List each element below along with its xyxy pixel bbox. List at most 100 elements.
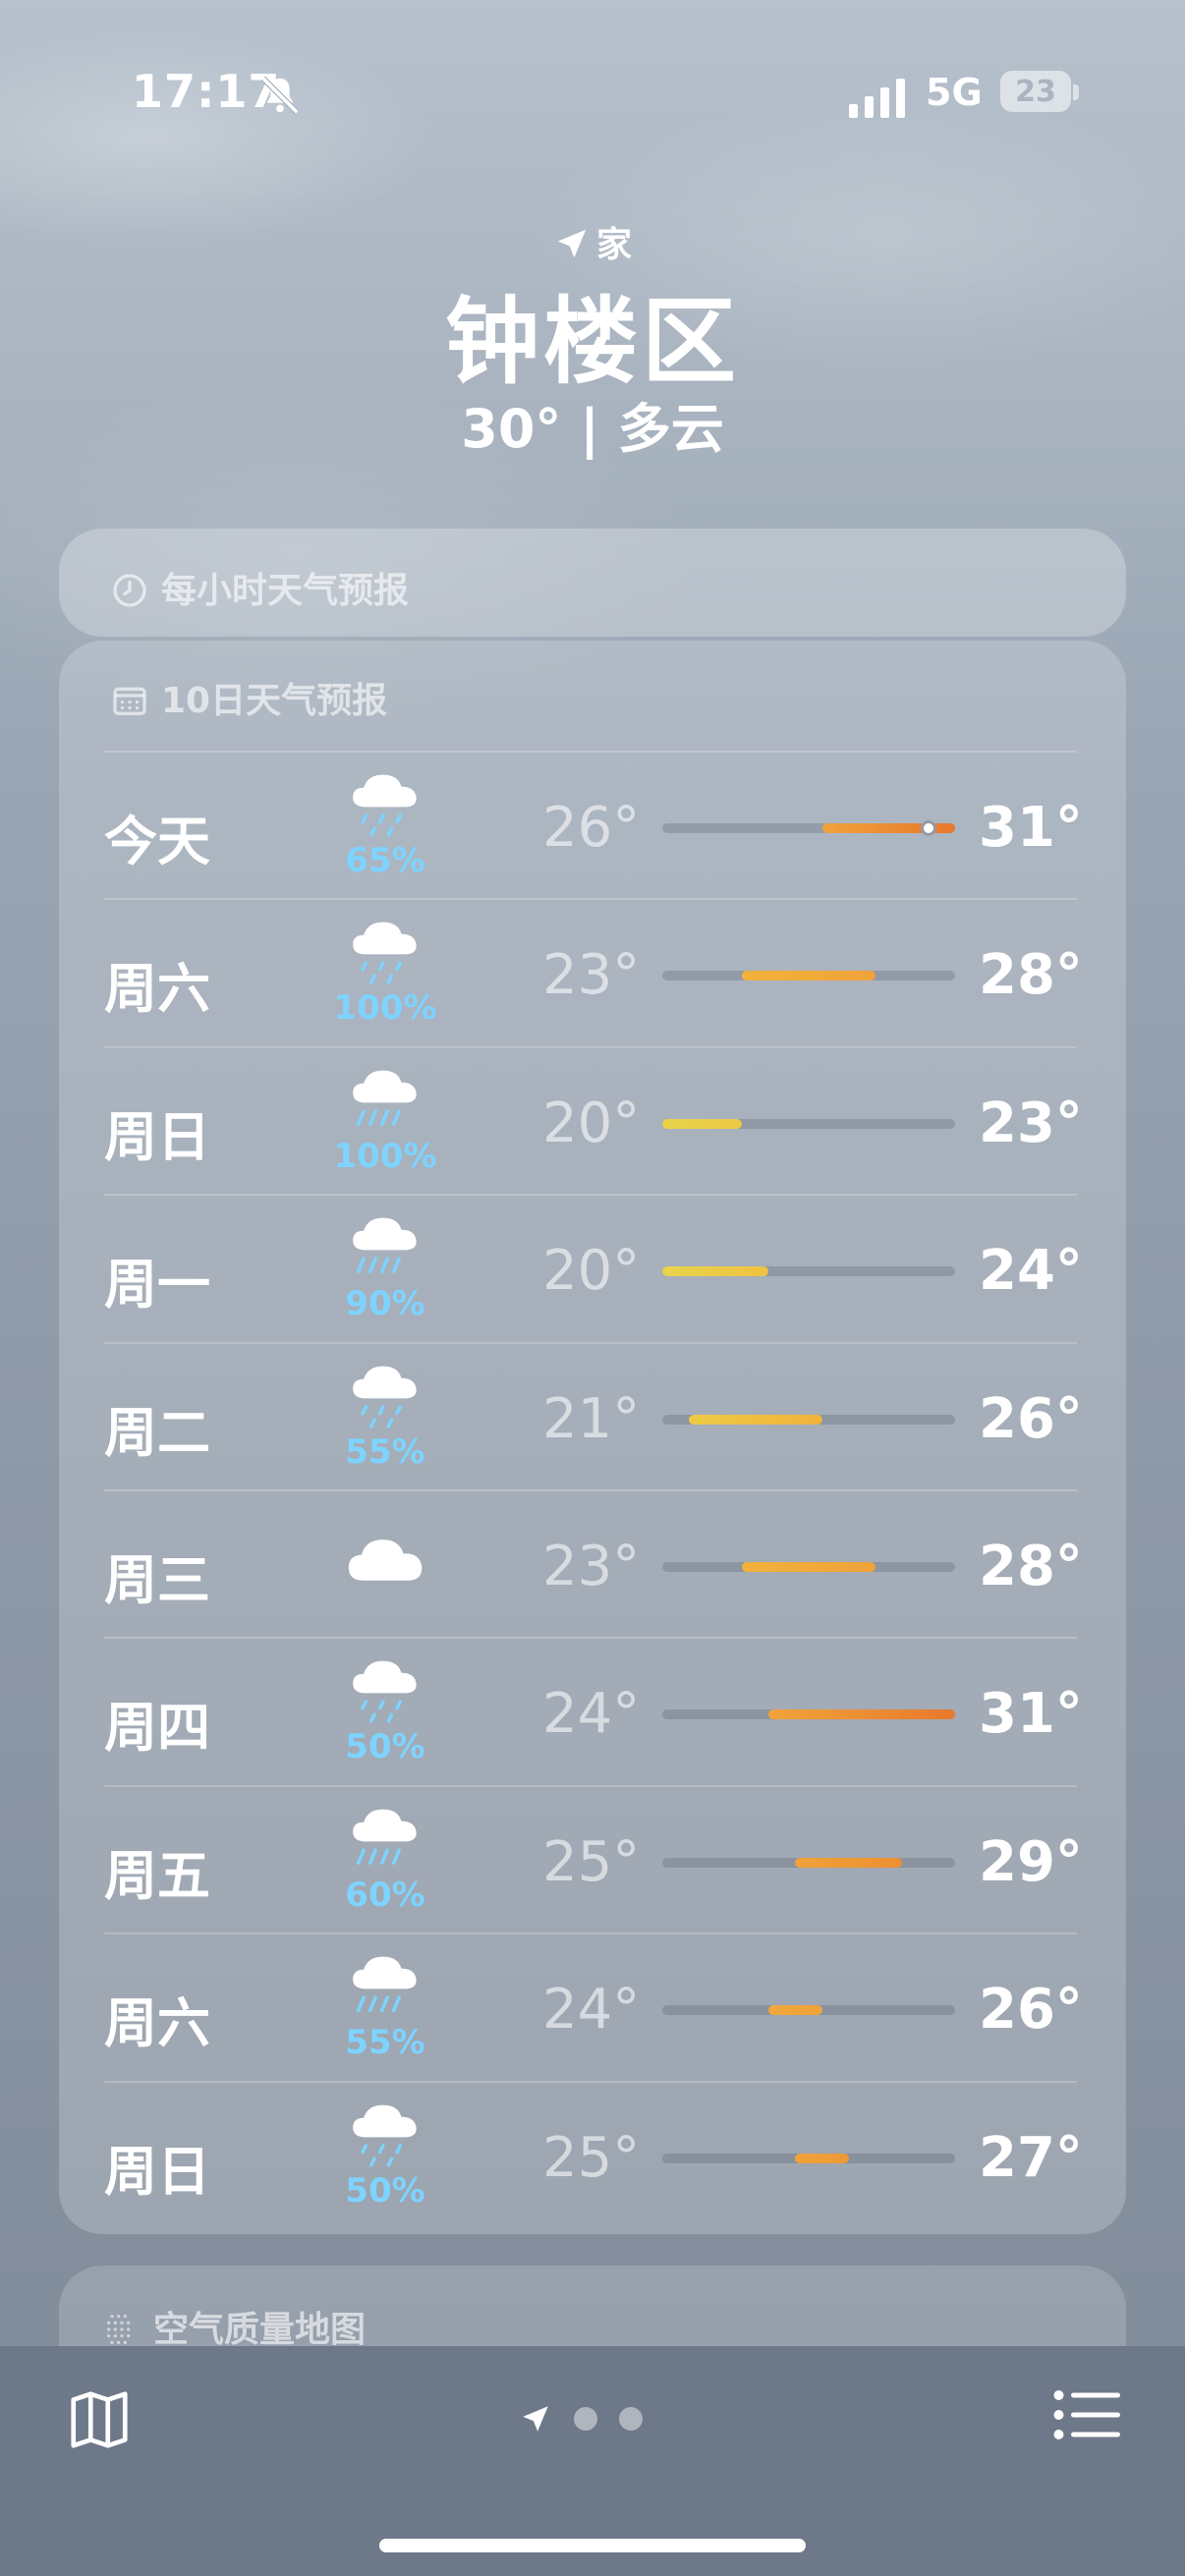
temperature-range-bar (662, 971, 955, 981)
forecast-row[interactable]: 周日 50% 25° 27° (104, 2080, 1083, 2230)
forecast-row[interactable]: 周六 55% 24° 26° (104, 1932, 1083, 2082)
page-dot[interactable] (574, 2407, 597, 2431)
home-indicator[interactable] (379, 2539, 806, 2552)
temperature-range-fill (689, 1414, 822, 1425)
low-temp: 25° (542, 2125, 641, 2190)
cloud-rain-icon (353, 1366, 417, 1428)
page-dot[interactable] (619, 2407, 643, 2431)
forecast-day: 周日 (104, 1105, 210, 1168)
low-temp: 26° (542, 796, 641, 860)
ten-day-forecast-title: 10日天气预报 (161, 681, 388, 721)
temperature-range-bar (662, 1709, 955, 1720)
battery-tip (1073, 84, 1079, 100)
precipitation-chance: 50% (345, 1727, 425, 1767)
temperature-range-fill (768, 2005, 822, 2016)
cloud-rain-icon (353, 774, 417, 837)
high-temp: 26° (979, 1386, 1083, 1451)
high-temp: 31° (979, 796, 1083, 860)
temperature-range-fill (742, 971, 875, 981)
battery-level: 23 (1015, 74, 1056, 109)
forecast-row[interactable]: 周五 60% 25° 29° (104, 1784, 1083, 1934)
high-temp: 24° (979, 1239, 1083, 1304)
forecast-day: 周三 (104, 1549, 210, 1611)
temperature-range-fill (662, 1118, 743, 1129)
temperature-range-bar (662, 1562, 955, 1572)
low-temp: 21° (542, 1386, 641, 1451)
precipitation-chance: 100% (333, 988, 437, 1029)
high-temp: 26° (979, 1978, 1083, 2043)
page-indicator[interactable] (519, 2399, 643, 2438)
forecast-row[interactable]: 周四 50% 24° 31° (104, 1637, 1083, 1786)
cloud-icon (348, 1540, 423, 1581)
temperature-range-fill (795, 1857, 902, 1868)
cloud-heavy-rain-icon (353, 1217, 417, 1274)
precipitation-chance: 90% (345, 1284, 425, 1324)
temperature-range-fill (768, 1709, 955, 1720)
forecast-day: 周五 (104, 1844, 210, 1907)
cloud-heavy-rain-icon (353, 1809, 417, 1865)
temperature-range-bar (662, 1414, 955, 1425)
low-temp: 25° (542, 1829, 641, 1894)
temperature-range-bar (662, 2153, 955, 2163)
cloud-rain-icon (353, 2104, 417, 2167)
forecast-day: 周六 (104, 1992, 210, 2055)
list-icon[interactable] (1051, 2385, 1120, 2444)
cellular-signal-icon (849, 79, 905, 118)
city-name: 钟楼区 (445, 287, 740, 397)
high-temp: 23° (979, 1091, 1083, 1155)
bell-slash-icon (260, 76, 300, 115)
high-temp: 31° (979, 1682, 1083, 1747)
high-temp: 29° (979, 1829, 1083, 1894)
cloud-heavy-rain-icon (353, 1070, 417, 1126)
cloud-rain-icon (353, 1660, 417, 1723)
precipitation-chance: 100% (333, 1136, 437, 1176)
temperature-range-bar (662, 1266, 955, 1277)
low-temp: 20° (542, 1239, 641, 1304)
precipitation-chance: 65% (345, 841, 425, 880)
battery-icon: 23 (1000, 71, 1071, 112)
temperature-range-bar (662, 1118, 955, 1129)
precipitation-chance: 50% (345, 2170, 425, 2211)
forecast-row[interactable]: 今天 65% 26° 31° (104, 751, 1083, 900)
map-icon[interactable] (65, 2385, 134, 2454)
forecast-day: 周一 (104, 1254, 210, 1316)
temperature-range-bar (662, 820, 955, 836)
forecast-day: 周二 (104, 1401, 210, 1464)
forecast-day: 周四 (104, 1697, 210, 1760)
current-temp-marker (920, 820, 936, 836)
forecast-row[interactable]: 周二 55% 21° 26° (104, 1341, 1083, 1491)
ten-day-forecast-card[interactable]: 10日天气预报 今天 65% 26° 31° 周六 100% 23° 28° 周日 100% 20°… (59, 641, 1126, 2234)
low-temp: 20° (542, 1091, 641, 1155)
air-dots-icon (107, 2315, 131, 2344)
forecast-day: 周六 (104, 958, 210, 1021)
location-arrow-icon (557, 229, 587, 258)
cloud-rain-icon (353, 922, 417, 984)
forecast-row[interactable]: 周六 100% 23° 28° (104, 898, 1083, 1047)
clock-icon (113, 574, 146, 607)
network-type: 5G (926, 71, 983, 114)
ten-day-forecast-header: 10日天气预报 (110, 672, 387, 723)
high-temp: 28° (979, 943, 1083, 1008)
forecast-day: 周日 (104, 2140, 210, 2203)
low-temp: 23° (542, 943, 641, 1008)
current-condition: 30° | 多云 (461, 398, 724, 460)
calendar-icon (113, 687, 146, 715)
forecast-day: 今天 (104, 811, 210, 872)
location-tag-label: 家 (595, 225, 632, 265)
air-quality-header: 空气质量地图 (102, 2301, 366, 2352)
low-temp: 24° (542, 1978, 641, 2043)
location-tag: 家 (0, 216, 1185, 267)
forecast-row[interactable]: 周一 90% 20° 24° (104, 1194, 1083, 1343)
temperature-range-fill (662, 1266, 769, 1277)
forecast-row[interactable]: 周三 23° 28° (104, 1489, 1083, 1639)
hourly-forecast-card[interactable]: 每小时天气预报 (59, 529, 1126, 637)
high-temp: 28° (979, 1535, 1083, 1598)
low-temp: 24° (542, 1682, 641, 1747)
hourly-forecast-title: 每小时天气预报 (161, 571, 410, 611)
cloud-heavy-rain-icon (353, 1956, 417, 2013)
temperature-range-fill (742, 1562, 875, 1572)
precipitation-chance: 55% (345, 2023, 425, 2063)
forecast-row[interactable]: 周日 100% 20° 23° (104, 1045, 1083, 1196)
high-temp: 27° (979, 2125, 1083, 2190)
current-location-page-icon[interactable] (519, 2402, 552, 2436)
